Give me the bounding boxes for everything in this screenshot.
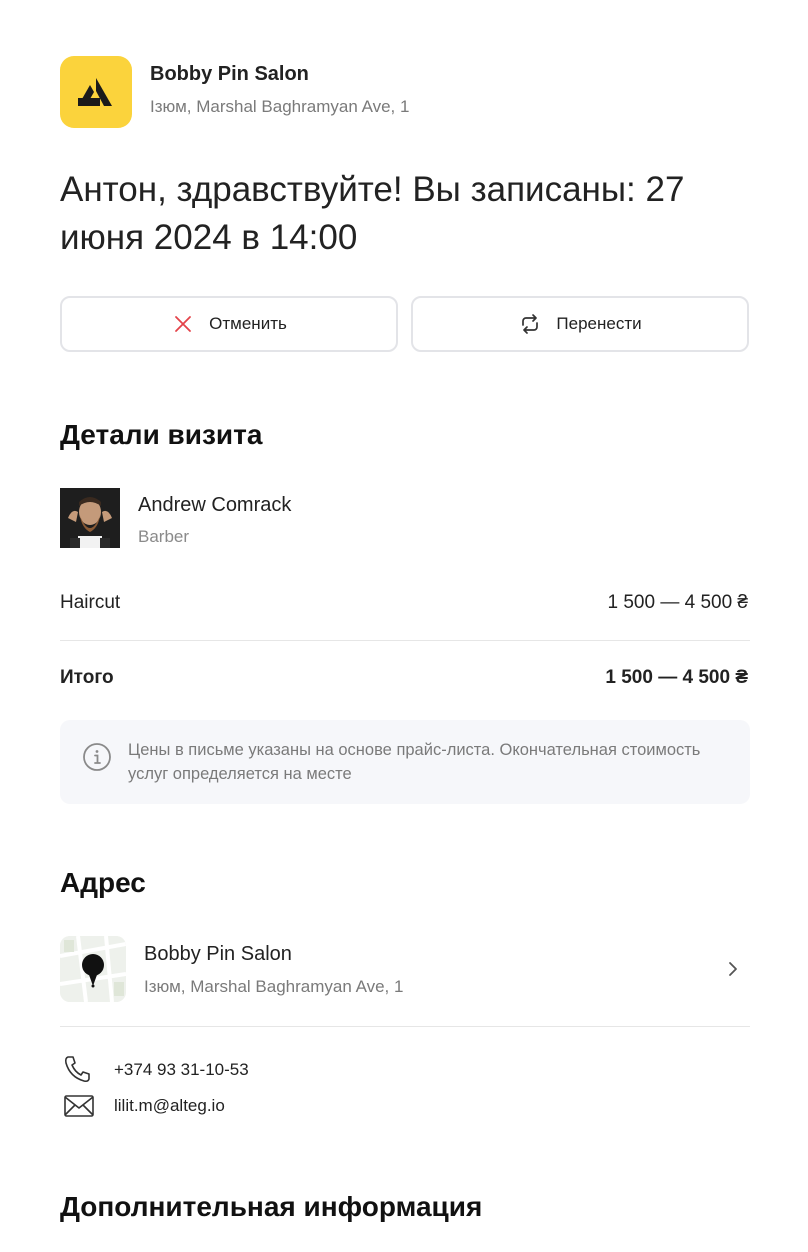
service-price: 1 500 — 4 500 ₴ bbox=[607, 592, 749, 613]
address-salon-name: Bobby Pin Salon bbox=[144, 943, 292, 965]
close-icon bbox=[175, 316, 192, 332]
divider bbox=[60, 1026, 750, 1027]
price-notice-text: Цены в письме указаны на основе прайс-ли… bbox=[128, 741, 701, 783]
map-pin-icon bbox=[60, 936, 126, 1002]
visit-details-heading: Детали визита bbox=[60, 419, 263, 450]
greeting-heading: Антон, здравствуйте! Вы записаны: 27 июн… bbox=[60, 170, 685, 257]
map-thumbnail[interactable] bbox=[60, 936, 126, 1002]
email-address[interactable]: lilit.m@alteg.io bbox=[114, 1095, 225, 1117]
phone-number[interactable]: +374 93 31-10-53 bbox=[114, 1059, 249, 1081]
price-notice: Цены в письме указаны на основе прайс-ли… bbox=[60, 720, 750, 804]
cancel-button[interactable]: Отменить bbox=[60, 296, 398, 352]
logo-mark-icon bbox=[78, 78, 112, 106]
reschedule-button-label: Перенести bbox=[556, 314, 642, 333]
info-icon bbox=[83, 743, 111, 771]
cancel-button-label: Отменить bbox=[209, 314, 287, 333]
salon-address: Ізюм, Marshal Baghramyan Ave, 1 bbox=[150, 97, 410, 116]
total-label: Итого bbox=[60, 667, 114, 688]
booking-confirmation-page: Bobby Pin Salon Ізюм, Marshal Baghramyan… bbox=[0, 0, 808, 1252]
address-line: Ізюм, Marshal Baghramyan Ave, 1 bbox=[144, 977, 404, 996]
address-heading: Адрес bbox=[60, 867, 146, 898]
total-price: 1 500 — 4 500 ₴ bbox=[605, 667, 748, 688]
phone-icon bbox=[64, 1056, 90, 1083]
staff-name: Andrew Comrack bbox=[138, 494, 292, 516]
additional-info-heading: Дополнительная информация bbox=[60, 1191, 483, 1222]
divider bbox=[60, 640, 750, 641]
salon-name: Bobby Pin Salon bbox=[150, 63, 309, 85]
refresh-icon bbox=[522, 314, 539, 334]
mail-icon bbox=[64, 1095, 94, 1117]
staff-role: Barber bbox=[138, 527, 190, 546]
salon-logo bbox=[60, 56, 132, 128]
staff-avatar bbox=[60, 488, 120, 548]
reschedule-button[interactable]: Перенести bbox=[411, 296, 749, 352]
chevron-right-icon[interactable] bbox=[724, 958, 742, 980]
service-name: Haircut bbox=[60, 592, 121, 613]
